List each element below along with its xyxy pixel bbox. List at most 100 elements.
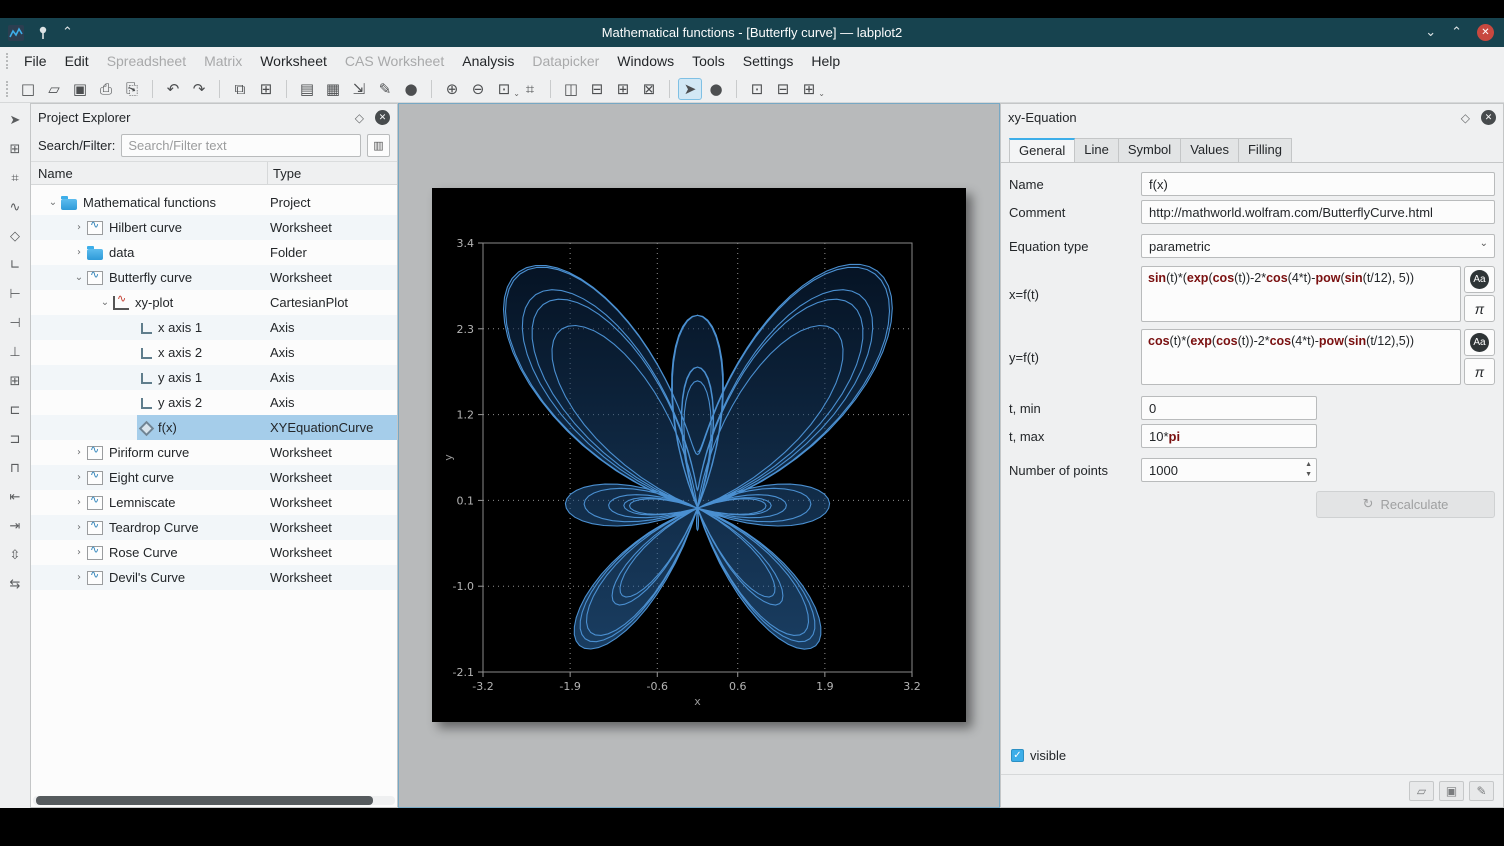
navigate-tool-button[interactable]: ● <box>704 78 728 100</box>
zoom-in-button[interactable]: ⊕ <box>440 78 464 100</box>
menu-analysis[interactable]: Analysis <box>453 49 523 73</box>
shift-right-x-button[interactable]: ⇥ <box>5 517 25 536</box>
close-panel-button[interactable]: ✕ <box>375 110 390 125</box>
layout-vertical-button[interactable]: ◫ <box>559 78 583 100</box>
column-header-type[interactable]: Type <box>268 166 397 181</box>
expander-icon[interactable]: ⌄ <box>97 297 113 308</box>
plot-canvas[interactable]: -3.2-1.9-0.60.61.93.23.42.31.20.1-1.0-2.… <box>432 188 966 722</box>
expander-icon[interactable]: › <box>71 497 87 508</box>
menu-edit[interactable]: Edit <box>56 49 98 73</box>
layout-grid-button[interactable]: ⊞ <box>611 78 635 100</box>
tree-row-data[interactable]: ›dataFolder <box>31 240 397 265</box>
spinbox-arrows-icon[interactable]: ▲▼ <box>1305 460 1312 480</box>
save-button[interactable]: ▣ <box>68 78 92 100</box>
menu-spreadsheet[interactable]: Spreadsheet <box>98 49 195 73</box>
zoom-select-button[interactable]: ⊏ <box>5 401 25 420</box>
recalculate-button[interactable]: ↻Recalculate <box>1316 491 1495 518</box>
menu-cas-worksheet[interactable]: CAS Worksheet <box>336 49 453 73</box>
expander-icon[interactable]: › <box>71 247 87 258</box>
tree-row-eight-curve[interactable]: ›Eight curveWorksheet <box>31 465 397 490</box>
menu-file[interactable]: File <box>15 49 56 73</box>
expander-icon[interactable]: › <box>71 447 87 458</box>
toolbar-drag-handle[interactable] <box>6 81 10 97</box>
expander-icon[interactable]: ⌄ <box>45 197 61 208</box>
cascade-windows-button[interactable]: ⧉ <box>228 78 252 100</box>
t-max-input[interactable]: 10*pi <box>1141 424 1317 448</box>
y-equation-input[interactable]: cos(t)*(exp(cos(t))-2*cos(4*t)-pow(sin(t… <box>1141 329 1461 385</box>
filter-options-button[interactable]: ▥ <box>367 134 390 157</box>
tree-row-mathematical-functions[interactable]: ⌄Mathematical functionsProject <box>31 190 397 215</box>
menu-matrix[interactable]: Matrix <box>195 49 251 73</box>
tab-line[interactable]: Line <box>1074 138 1119 162</box>
column-header-name[interactable]: Name <box>31 162 268 184</box>
zoom-x-select-button[interactable]: ⊐ <box>5 430 25 449</box>
tree-row-x-axis-1[interactable]: x axis 1Axis <box>31 315 397 340</box>
expander-icon[interactable]: › <box>71 522 87 533</box>
draw-button[interactable]: ✎ <box>373 78 397 100</box>
fit-selection-button[interactable]: ⌗ <box>518 78 542 100</box>
add-axis-button[interactable]: ∟ <box>5 256 25 275</box>
break-layout-button[interactable]: ⊠ <box>637 78 661 100</box>
minimize-icon[interactable]: ⌄ <box>1425 25 1436 40</box>
menu-datapicker[interactable]: Datapicker <box>523 49 608 73</box>
float-panel-icon[interactable]: ◇ <box>1461 111 1470 125</box>
add-x-axis-button[interactable]: ⊢ <box>5 285 25 304</box>
tree-row-butterfly-curve[interactable]: ⌄Butterfly curveWorksheet <box>31 265 397 290</box>
select-cursor-button[interactable]: ➤ <box>5 111 25 130</box>
close-panel-button[interactable]: ✕ <box>1481 110 1496 125</box>
save-function-button[interactable]: ▣ <box>1439 781 1464 801</box>
save-as-new-button[interactable]: ✎ <box>1469 781 1494 801</box>
name-input[interactable]: f(x) <box>1141 172 1495 196</box>
menu-worksheet[interactable]: Worksheet <box>251 49 336 73</box>
expander-icon[interactable]: › <box>71 547 87 558</box>
close-window-button[interactable]: ✕ <box>1477 24 1494 41</box>
zoom-y-tool-button[interactable]: ⊞⌄ <box>797 78 821 100</box>
tree-row-f-x-[interactable]: f(x)XYEquationCurve <box>31 415 397 440</box>
tab-general[interactable]: General <box>1009 138 1075 162</box>
zoom-select-tool-button[interactable]: ⊡ <box>745 78 769 100</box>
redo-button[interactable]: ↷ <box>187 78 211 100</box>
dropdown-arrow-icon[interactable]: ⌄ <box>818 89 825 98</box>
menu-help[interactable]: Help <box>802 49 849 73</box>
tile-windows-button[interactable]: ⊞ <box>254 78 278 100</box>
tree-row-devil-s-curve[interactable]: ›Devil's CurveWorksheet <box>31 565 397 590</box>
comment-input[interactable]: http://mathworld.wolfram.com/ButterflyCu… <box>1141 200 1495 224</box>
worksheet-view[interactable]: -3.2-1.9-0.60.61.93.23.42.31.20.1-1.0-2.… <box>398 103 1000 808</box>
equation-type-select[interactable]: parametric <box>1141 234 1495 258</box>
load-function-button[interactable]: ▱ <box>1409 781 1434 801</box>
open-file-button[interactable]: ▱ <box>42 78 66 100</box>
tree-row-xy-plot[interactable]: ⌄xy-plotCartesianPlot <box>31 290 397 315</box>
tab-filling[interactable]: Filling <box>1238 138 1292 162</box>
menubar-drag-handle[interactable] <box>6 53 10 69</box>
points-spinbox[interactable]: 1000▲▼ <box>1141 458 1317 482</box>
tab-values[interactable]: Values <box>1180 138 1239 162</box>
tree-row-piriform-curve[interactable]: ›Piriform curveWorksheet <box>31 440 397 465</box>
add-text-box-button[interactable]: ⊞ <box>5 140 25 159</box>
add-equation-curve-button[interactable]: ◇ <box>5 227 25 246</box>
insert-function-button[interactable]: π <box>1464 295 1495 322</box>
shade-up-icon[interactable]: ⌃ <box>62 25 73 40</box>
insert-constant-button[interactable]: Aa <box>1464 329 1495 356</box>
auto-scale-button[interactable]: ⇳ <box>5 546 25 565</box>
horizontal-scrollbar[interactable] <box>33 796 395 805</box>
tree-row-lemniscate[interactable]: ›LemniscateWorksheet <box>31 490 397 515</box>
tree-row-teardrop-curve[interactable]: ›Teardrop CurveWorksheet <box>31 515 397 540</box>
select-tool-button[interactable]: ➤ <box>678 78 702 100</box>
undo-button[interactable]: ↶ <box>161 78 185 100</box>
search-input[interactable]: Search/Filter text <box>121 134 361 157</box>
tree-row-x-axis-2[interactable]: x axis 2Axis <box>31 340 397 365</box>
auto-scale-x-button[interactable]: ⇆ <box>5 575 25 594</box>
menu-tools[interactable]: Tools <box>683 49 734 73</box>
new-workbook-button[interactable]: ▤ <box>295 78 319 100</box>
add-grid-button[interactable]: ⊞ <box>5 372 25 391</box>
scrollbar-thumb[interactable] <box>36 796 373 805</box>
print-button[interactable]: ⎙ <box>94 78 118 100</box>
insert-constant-button[interactable]: Aa <box>1464 266 1495 293</box>
add-y-axis-button[interactable]: ⊣ <box>5 314 25 333</box>
new-document-button[interactable]: □ <box>16 78 40 100</box>
menu-windows[interactable]: Windows <box>608 49 683 73</box>
zoom-y-select-button[interactable]: ⊓ <box>5 459 25 478</box>
menu-settings[interactable]: Settings <box>734 49 803 73</box>
expander-icon[interactable]: › <box>71 222 87 233</box>
color-ink-button[interactable]: ● <box>399 78 423 100</box>
